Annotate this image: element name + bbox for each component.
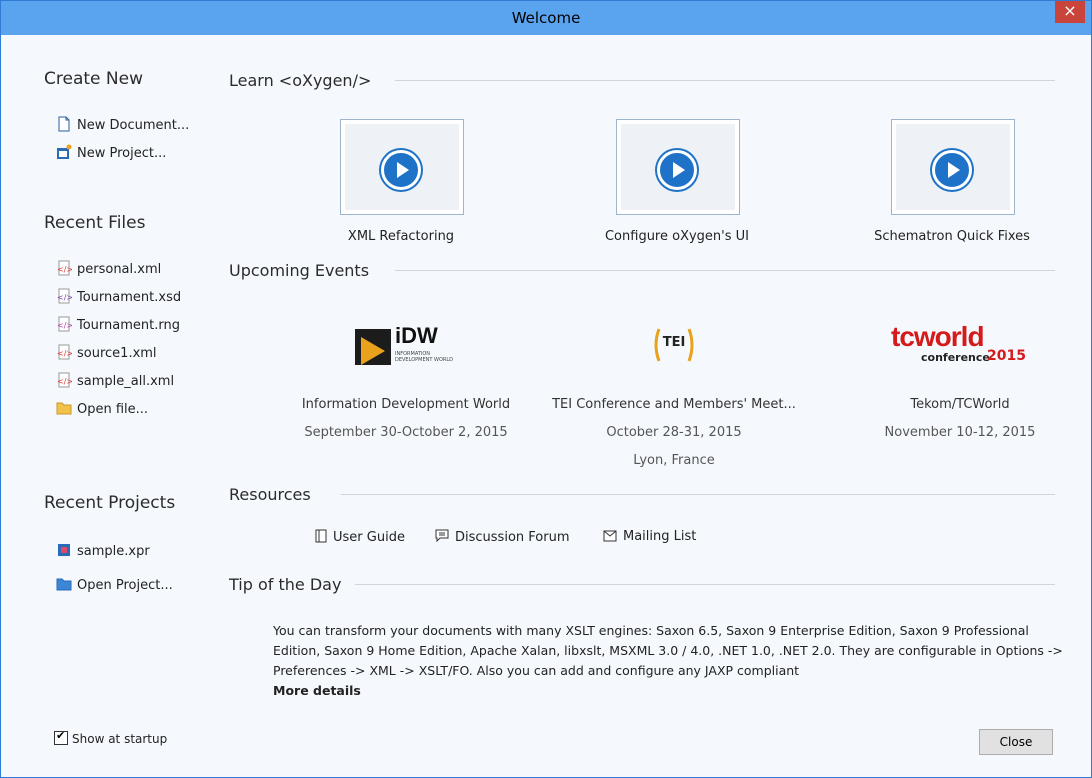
learn-divider — [395, 80, 1055, 81]
mailing-list-link[interactable]: Mailing List — [603, 529, 696, 544]
recent-file-tournament-xsd[interactable]: </> Tournament.xsd — [56, 287, 181, 309]
xml-file-icon: </> — [57, 260, 72, 276]
window-close-button[interactable]: × — [1055, 1, 1085, 23]
recent-projects-heading: Recent Projects — [44, 493, 176, 513]
tip-text-block: You can transform your documents with ma… — [273, 621, 1063, 701]
recent-file-label: Tournament.rng — [77, 318, 180, 333]
welcome-window: Welcome × Create New New Document... New… — [0, 0, 1092, 778]
tcworld-logo-sub: conference — [921, 351, 990, 364]
svg-text:</>: </> — [57, 293, 72, 302]
idw-logo-text: iDW — [395, 323, 438, 348]
recent-file-tournament-rng[interactable]: </> Tournament.rng — [56, 315, 180, 337]
rng-file-icon: </> — [57, 316, 72, 332]
window-title: Welcome — [511, 9, 581, 27]
tip-text: You can transform your documents with ma… — [273, 623, 1063, 678]
play-icon — [381, 150, 421, 190]
main-panel: Learn <oXygen/> XML Refactoring Configur… — [205, 35, 1084, 771]
learn-heading: Learn <oXygen/> — [229, 71, 372, 90]
user-guide-link[interactable]: User Guide — [315, 529, 405, 545]
create-new-heading: Create New — [44, 69, 143, 89]
idw-logo-sub: INFORMATION DEVELOPMENT WORLD — [395, 351, 453, 363]
video-xml-refactoring[interactable] — [340, 119, 464, 215]
new-project-label: New Project... — [77, 146, 167, 161]
recent-file-personal[interactable]: </> personal.xml — [56, 259, 161, 281]
recent-file-source1[interactable]: </> source1.xml — [56, 343, 157, 365]
resources-divider — [341, 494, 1055, 495]
tip-heading: Tip of the Day — [229, 575, 342, 594]
event-name[interactable]: TEI Conference and Members' Meet... — [529, 397, 819, 412]
open-project-link[interactable]: Open Project... — [56, 575, 173, 597]
chat-icon — [435, 529, 449, 543]
idw-logo[interactable]: iDW INFORMATION DEVELOPMENT WORLD — [355, 323, 465, 369]
event-name[interactable]: Information Development World — [261, 397, 551, 412]
event-date: October 28-31, 2015 — [606, 425, 742, 440]
video-configure-ui[interactable] — [616, 119, 740, 215]
open-file-label: Open file... — [77, 402, 149, 417]
book-icon — [315, 529, 327, 543]
show-at-startup-label: Show at startup — [72, 732, 168, 746]
tcworld-logo-text: tcworld — [891, 321, 985, 352]
new-project-link[interactable]: New Project... — [56, 143, 166, 165]
event-date: November 10-12, 2015 — [884, 425, 1036, 440]
recent-file-label: Tournament.xsd — [77, 290, 182, 305]
event-date: September 30-October 2, 2015 — [304, 425, 508, 440]
event-place: Lyon, France — [633, 453, 715, 468]
resources-heading: Resources — [229, 485, 311, 504]
tei-logo[interactable]: TEI — [651, 325, 697, 365]
idw-logo-triangle — [361, 337, 385, 365]
recent-project-sample[interactable]: sample.xpr — [56, 541, 150, 563]
recent-file-sample-all[interactable]: </> sample_all.xml — [56, 371, 174, 393]
recent-file-label: personal.xml — [77, 262, 162, 277]
folder-icon — [56, 578, 72, 591]
video-caption[interactable]: Schematron Quick Fixes — [832, 229, 1072, 244]
xsd-file-icon: </> — [57, 288, 72, 304]
xml-file-icon: </> — [57, 372, 72, 388]
recent-project-label: sample.xpr — [77, 544, 150, 559]
events-divider — [395, 270, 1055, 271]
close-button[interactable]: Close — [979, 729, 1053, 755]
recent-files-heading: Recent Files — [44, 213, 146, 233]
checkbox-box[interactable] — [54, 729, 68, 745]
project-icon — [57, 144, 72, 159]
xpr-file-icon — [58, 544, 70, 556]
event-name[interactable]: Tekom/TCWorld — [815, 397, 1092, 412]
new-document-link[interactable]: New Document... — [56, 115, 189, 137]
video-caption[interactable]: Configure oXygen's UI — [557, 229, 797, 244]
open-file-link[interactable]: Open file... — [56, 399, 148, 421]
video-schematron[interactable] — [891, 119, 1015, 215]
new-document-label: New Document... — [77, 118, 190, 133]
open-project-label: Open Project... — [77, 578, 173, 593]
tcworld-logo[interactable]: tcworld conference 2015 — [891, 321, 1031, 367]
sidebar: Create New New Document... New Project..… — [8, 35, 205, 771]
xml-file-icon: </> — [57, 344, 72, 360]
recent-file-label: source1.xml — [77, 346, 157, 361]
recent-file-label: sample_all.xml — [77, 374, 175, 389]
play-icon — [657, 150, 697, 190]
more-details-link[interactable]: More details — [273, 683, 361, 698]
mail-icon — [603, 530, 617, 542]
document-icon — [58, 116, 70, 132]
video-caption[interactable]: XML Refactoring — [281, 229, 521, 244]
discussion-forum-link[interactable]: Discussion Forum — [435, 529, 569, 545]
events-heading: Upcoming Events — [229, 261, 370, 280]
user-guide-label: User Guide — [333, 530, 405, 545]
title-bar: Welcome × — [1, 1, 1091, 35]
svg-text:</>: </> — [57, 377, 72, 386]
tcworld-logo-year: 2015 — [987, 348, 1026, 364]
svg-text:</>: </> — [57, 321, 72, 330]
svg-text:</>: </> — [57, 349, 72, 358]
tip-divider — [355, 584, 1055, 585]
play-icon — [932, 150, 972, 190]
mailing-list-label: Mailing List — [623, 529, 697, 544]
svg-text:</>: </> — [57, 265, 72, 274]
folder-icon — [56, 402, 72, 415]
dialog-body: Create New New Document... New Project..… — [8, 35, 1084, 771]
discussion-forum-label: Discussion Forum — [455, 530, 570, 545]
show-at-startup-checkbox[interactable]: Show at startup — [54, 729, 168, 746]
tei-logo-text: TEI — [662, 335, 686, 350]
